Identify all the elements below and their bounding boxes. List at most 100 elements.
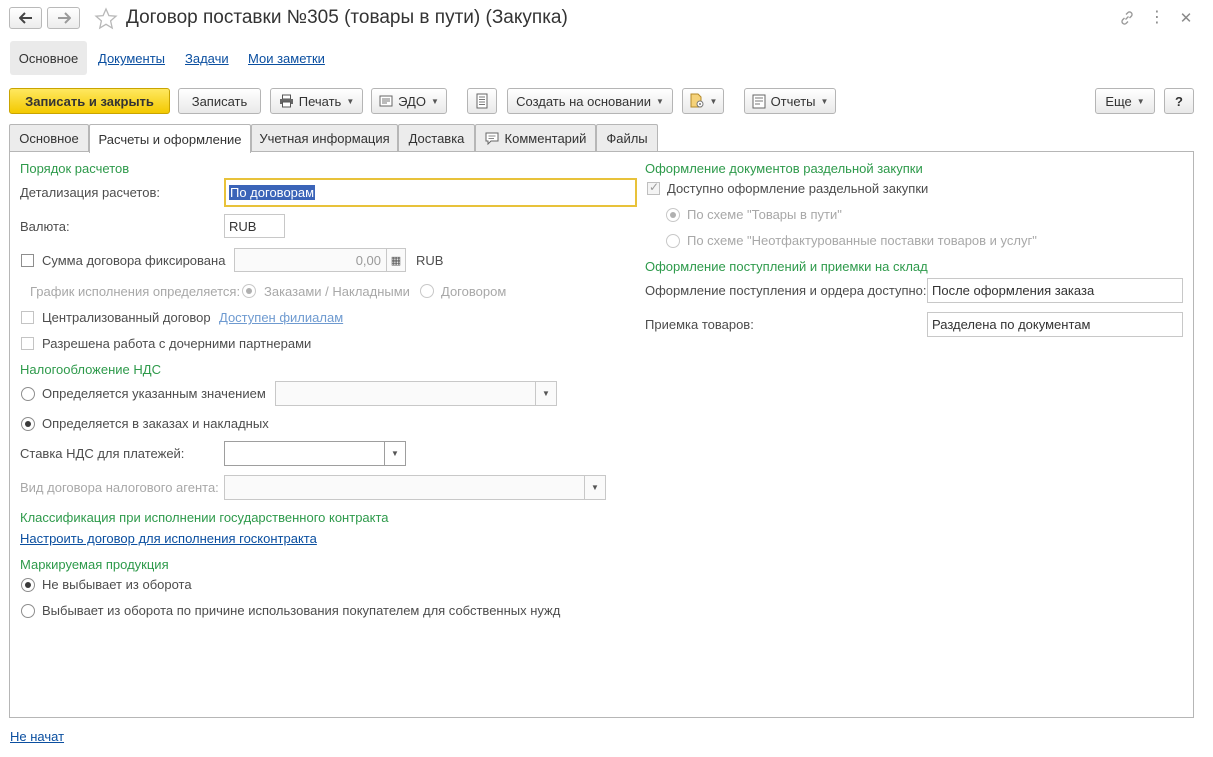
star-icon[interactable]	[94, 7, 118, 31]
tax-agent-select[interactable]: ▼	[224, 475, 606, 500]
detail-label: Детализация расчетов:	[20, 185, 160, 200]
reports-label: Отчеты	[770, 93, 816, 109]
more-label: Еще	[1105, 93, 1132, 109]
detail-field[interactable]: По договорам	[224, 178, 637, 207]
schedule-contract-label: Договором	[441, 284, 507, 299]
status-link[interactable]: Не начат	[10, 729, 64, 744]
vat-rate-label: Ставка НДС для платежей:	[20, 446, 185, 461]
tab-label: Основное	[19, 131, 79, 146]
currency-label: Валюта:	[20, 219, 70, 234]
help-label: ?	[1175, 93, 1183, 109]
scheme-transit-label: По схеме "Товары в пути"	[687, 207, 842, 222]
fixed-sum-currency: RUB	[416, 253, 444, 268]
save-close-label: Записать и закрыть	[25, 93, 154, 109]
currency-value: RUB	[229, 218, 257, 234]
forward-button[interactable]	[47, 7, 80, 29]
receipt-label: Оформление поступления и ордера доступно…	[645, 283, 927, 298]
fixed-sum-value: 0,00	[355, 252, 381, 268]
arrow-left-icon	[18, 12, 32, 24]
scheme-transit-radio[interactable]	[666, 208, 680, 222]
separate-purchase-checkbox[interactable]	[647, 180, 660, 195]
nav-documents[interactable]: Документы	[98, 51, 165, 66]
separate-section-title: Оформление документов раздельной закупки	[645, 161, 923, 176]
save-button[interactable]: Записать	[178, 88, 261, 114]
vat-orders-radio[interactable]	[21, 417, 35, 431]
calculator-icon[interactable]: ▦	[386, 249, 405, 271]
acceptance-field[interactable]: Разделена по документам	[927, 312, 1183, 337]
chevron-down-icon: ▼	[430, 96, 439, 106]
attach-button[interactable]: ▼	[682, 88, 724, 114]
acceptance-value: Разделена по документам	[932, 317, 1091, 332]
centralized-checkbox[interactable]	[21, 311, 34, 324]
nav-main[interactable]: Основное	[10, 41, 87, 75]
gov-contract-link[interactable]: Настроить договор для исполнения госконт…	[20, 531, 317, 546]
fixed-sum-checkbox[interactable]	[21, 254, 34, 267]
chevron-down-icon[interactable]: ▼	[535, 382, 556, 405]
vat-section-title: Налогообложение НДС	[20, 362, 161, 377]
vat-specified-label: Определяется указанным значением	[42, 386, 266, 401]
save-label: Записать	[191, 93, 248, 109]
link-icon[interactable]	[1117, 8, 1137, 28]
vat-specified-radio[interactable]	[21, 387, 35, 401]
tab-delivery[interactable]: Доставка	[398, 124, 475, 152]
save-close-button[interactable]: Записать и закрыть	[9, 88, 170, 114]
document-gear-icon	[690, 93, 704, 108]
nav-notes[interactable]: Мои заметки	[248, 51, 325, 66]
page-title: Договор поставки №305 (товары в пути) (З…	[126, 7, 568, 28]
tab-settlements[interactable]: Расчеты и оформление	[89, 124, 251, 153]
vat-rate-select[interactable]: ▼	[224, 441, 406, 466]
edo-label: ЭДО	[398, 93, 426, 109]
tab-files[interactable]: Файлы	[596, 124, 658, 152]
schedule-label: График исполнения определяется:	[30, 284, 241, 299]
reports-button[interactable]: Отчеты ▼	[744, 88, 836, 114]
marking-leaves-radio[interactable]	[21, 604, 35, 618]
receipt-field[interactable]: После оформления заказа	[927, 278, 1183, 303]
document-list-button[interactable]	[467, 88, 497, 114]
chevron-down-icon: ▼	[1136, 96, 1145, 106]
subsidiary-label: Разрешена работа с дочерними партнерами	[42, 336, 312, 351]
reports-icon	[752, 94, 766, 108]
tab-label: Комментарий	[504, 131, 587, 146]
edo-icon	[379, 95, 393, 107]
nav-tasks[interactable]: Задачи	[185, 51, 229, 66]
marking-not-leaves-label: Не выбывает из оборота	[42, 577, 192, 592]
more-button[interactable]: Еще ▼	[1095, 88, 1155, 114]
tab-label: Расчеты и оформление	[98, 131, 242, 147]
available-branches-link[interactable]: Доступен филиалам	[219, 310, 343, 325]
detail-value: По договорам	[229, 185, 316, 200]
tab-label: Доставка	[408, 131, 465, 146]
chevron-down-icon: ▼	[655, 96, 664, 106]
settlement-section-title: Порядок расчетов	[20, 161, 130, 176]
scheme-uninvoiced-label: По схеме "Неотфактурованные поставки тов…	[687, 233, 1037, 248]
create-based-button[interactable]: Создать на основании ▼	[507, 88, 673, 114]
edo-button[interactable]: ЭДО ▼	[371, 88, 447, 114]
tab-label: Учетная информация	[259, 131, 390, 146]
tab-comment[interactable]: Комментарий	[475, 124, 596, 152]
chevron-down-icon: ▼	[346, 96, 355, 106]
print-button[interactable]: Печать ▼	[270, 88, 363, 114]
chevron-down-icon: ▼	[709, 96, 718, 106]
centralized-label: Централизованный договор	[42, 310, 211, 325]
tax-agent-label: Вид договора налогового агента:	[20, 480, 219, 495]
chevron-down-icon[interactable]: ▼	[584, 476, 605, 499]
tab-main[interactable]: Основное	[9, 124, 89, 152]
subsidiary-checkbox[interactable]	[21, 337, 34, 350]
scheme-uninvoiced-radio[interactable]	[666, 234, 680, 248]
currency-field[interactable]: RUB	[224, 214, 285, 238]
gov-section-title: Классификация при исполнении государстве…	[20, 510, 389, 525]
close-icon[interactable]: ✕	[1176, 8, 1196, 28]
chevron-down-icon: ▼	[820, 96, 829, 106]
tab-accounting[interactable]: Учетная информация	[251, 124, 398, 152]
fixed-sum-field[interactable]: 0,00 ▦	[234, 248, 406, 272]
marking-section-title: Маркируемая продукция	[20, 557, 169, 572]
more-vertical-icon[interactable]: ⋮	[1147, 8, 1167, 28]
marking-leaves-label: Выбывает из оборота по причине использов…	[42, 603, 561, 618]
schedule-contract-radio[interactable]	[420, 284, 434, 298]
vat-value-select[interactable]: ▼	[275, 381, 557, 406]
schedule-orders-radio[interactable]	[242, 284, 256, 298]
chevron-down-icon[interactable]: ▼	[384, 442, 405, 465]
help-button[interactable]: ?	[1164, 88, 1194, 114]
printer-icon	[279, 94, 293, 108]
marking-not-leaves-radio[interactable]	[21, 578, 35, 592]
back-button[interactable]	[9, 7, 42, 29]
